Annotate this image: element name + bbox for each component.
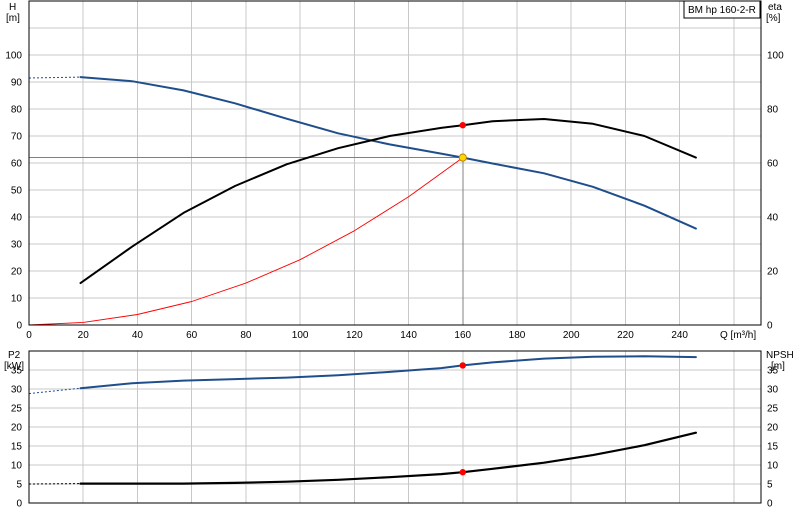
right-axis-tick-label: 100 — [767, 51, 784, 62]
x-axis-tick-label: 0 — [26, 330, 32, 341]
x-axis-tick-label: 80 — [240, 330, 252, 341]
eta-axis-unit: [%] — [766, 13, 781, 24]
legend-label: BM hp 160-2-R — [688, 5, 756, 16]
right-axis-tick-label: 15 — [767, 442, 779, 453]
power-axis-label: P2 — [8, 350, 21, 361]
left-axis-tick-label: 5 — [16, 480, 22, 491]
x-axis-tick-label: 140 — [400, 330, 417, 341]
eta-axis-label: eta — [768, 2, 782, 13]
left-axis-tick-label: 30 — [11, 385, 23, 396]
right-axis-tick-label: 25 — [767, 404, 779, 415]
left-axis-tick-label: 40 — [11, 213, 23, 224]
flow-axis-label: Q [m³/h] — [720, 330, 756, 341]
right-axis-tick-label: 5 — [767, 480, 773, 491]
x-axis-tick-label: 240 — [671, 330, 688, 341]
duty-point-eta — [459, 122, 466, 129]
right-axis-tick-label: 20 — [767, 267, 779, 278]
right-axis-tick-label: 0 — [767, 321, 773, 332]
left-axis-tick-label: 15 — [11, 442, 23, 453]
left-axis-tick-label: 10 — [11, 294, 23, 305]
left-axis-tick-label: 0 — [16, 499, 22, 510]
npsh-axis-unit: [m] — [771, 361, 785, 372]
x-axis-tick-label: 20 — [78, 330, 90, 341]
x-axis-tick-label: 100 — [292, 330, 309, 341]
right-axis-tick-label: 40 — [767, 213, 779, 224]
head-axis-unit: [m] — [6, 13, 20, 24]
right-axis-tick-label: 80 — [767, 105, 779, 116]
head-curve — [79, 76, 697, 230]
x-axis-tick-label: 40 — [132, 330, 144, 341]
curves-layer — [28, 76, 697, 485]
grid-layer — [29, 1, 761, 503]
duty-point-power — [459, 362, 466, 369]
right-axis-tick-label: 30 — [767, 385, 779, 396]
left-axis-tick-label: 50 — [11, 186, 23, 197]
left-axis-tick-label: 100 — [5, 51, 22, 62]
power-curve — [79, 355, 697, 390]
left-axis-tick-label: 25 — [11, 404, 23, 415]
right-axis-tick-label: 10 — [767, 461, 779, 472]
x-axis-tick-label: 160 — [454, 330, 471, 341]
x-axis-tick-label: 60 — [186, 330, 198, 341]
right-axis-tick-label: 60 — [767, 159, 779, 170]
npsh-curve — [79, 431, 697, 485]
left-axis-tick-label: 70 — [11, 132, 23, 143]
left-axis-tick-label: 90 — [11, 78, 23, 89]
head-curve-extrapolation — [28, 76, 81, 79]
right-axis-tick-label: 0 — [767, 499, 773, 510]
x-axis-tick-label: 180 — [509, 330, 526, 341]
x-axis-tick-label: 220 — [617, 330, 634, 341]
left-axis-tick-label: 0 — [16, 321, 22, 332]
left-axis-tick-label: 20 — [11, 267, 23, 278]
npsh-axis-label: NPSH — [766, 350, 794, 361]
left-axis-tick-label: 20 — [11, 423, 23, 434]
x-axis-tick-label: 200 — [563, 330, 580, 341]
pump-curve-chart: 01020304050607080901000204060801000 20 40 6… — [4, 0, 794, 510]
left-axis-tick-label: 60 — [11, 159, 23, 170]
frames-layer — [28, 0, 762, 504]
head-axis-label: H — [9, 2, 16, 13]
left-axis-tick-label: 10 — [11, 461, 23, 472]
left-axis-tick-label: 30 — [11, 240, 23, 251]
x-axis-tick-label: 120 — [346, 330, 363, 341]
duty-point-npsh — [459, 469, 466, 476]
power-axis-unit: [kW] — [4, 361, 24, 372]
left-axis-tick-label: 80 — [11, 105, 23, 116]
duty-point-head — [458, 153, 467, 162]
right-axis-tick-label: 20 — [767, 423, 779, 434]
